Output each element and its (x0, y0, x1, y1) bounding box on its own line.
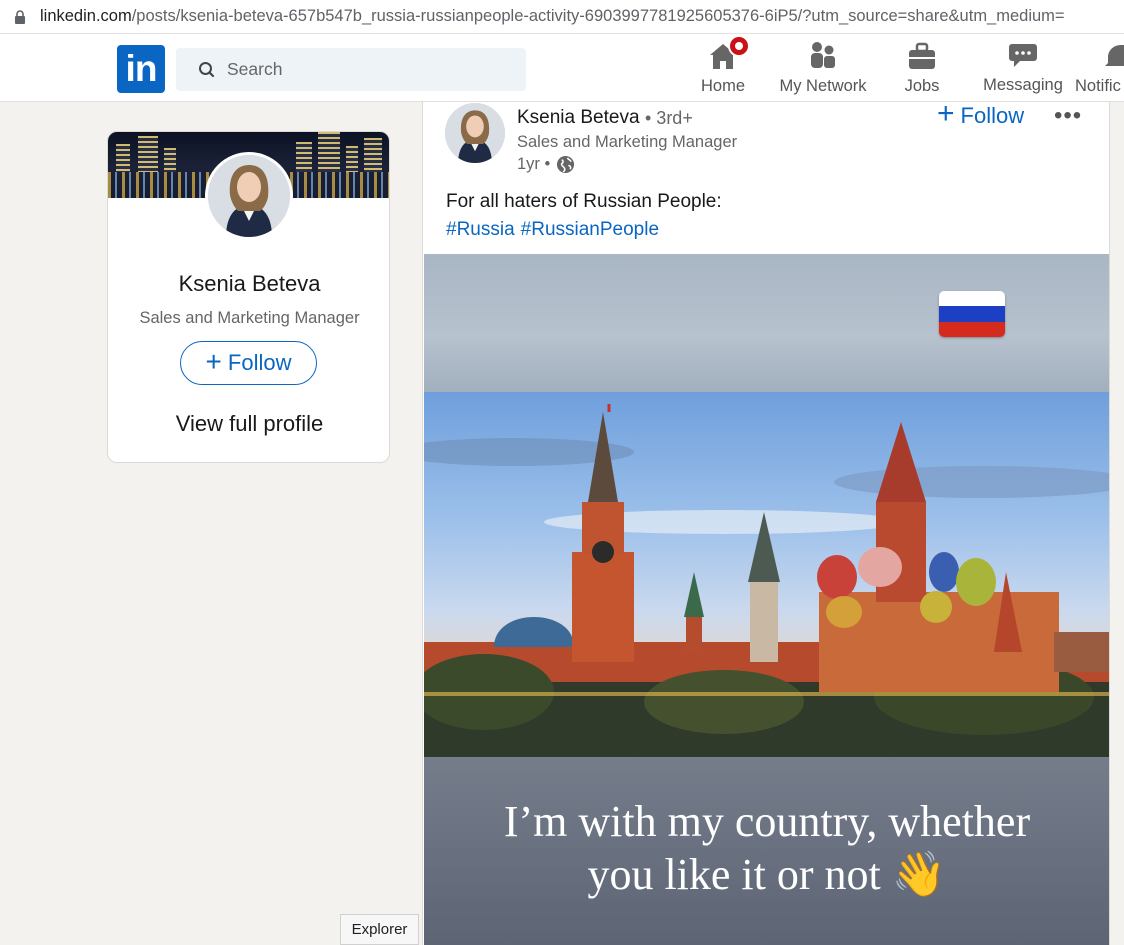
more-options-icon[interactable]: ••• (1054, 102, 1082, 130)
profile-card: Ksenia Beteva Sales and Marketing Manage… (107, 131, 390, 463)
image-top-band (424, 254, 1109, 392)
connection-degree: • 3rd+ (645, 108, 693, 128)
author-avatar[interactable] (445, 103, 505, 163)
follow-label: Follow (960, 102, 1025, 128)
caption-line-2: you like it or not 👋 (587, 850, 947, 899)
globe-icon (557, 155, 575, 174)
profile-follow-button[interactable]: + Follow (180, 341, 317, 385)
chat-icon (1008, 39, 1038, 69)
follow-label: Follow (227, 350, 292, 375)
nav-messaging-label: Messaging (983, 76, 1063, 94)
nav-jobs-label: Jobs (904, 77, 940, 95)
url-host: linkedin.com (40, 7, 132, 25)
view-full-profile-link[interactable]: View full profile (108, 411, 389, 437)
bell-icon (1105, 40, 1124, 70)
linkedin-logo[interactable]: in (117, 45, 165, 93)
profile-name[interactable]: Ksenia Beteva (108, 271, 389, 297)
post-text: For all haters of Russian People: (446, 191, 722, 212)
nav-my-network-label: My Network (779, 77, 867, 95)
search-placeholder: Search (227, 59, 283, 79)
url-path: /posts/ksenia-beteva-657b547b_russia-rus… (131, 7, 1065, 25)
image-caption: I’m with my country, whether you like it… (424, 795, 1109, 901)
author-name[interactable]: Ksenia Beteva (517, 107, 640, 129)
profile-title: Sales and Marketing Manager (139, 309, 360, 327)
nav-messaging[interactable]: Messaging (981, 39, 1065, 99)
caption-line-1: I’m with my country, whether (503, 797, 1031, 846)
russia-flag-icon (939, 291, 1005, 337)
flag-stripe-blue (939, 306, 1005, 322)
author-title: Sales and Marketing Manager (517, 133, 738, 151)
home-icon (708, 35, 750, 70)
post-card: Ksenia Beteva • 3rd+ Sales and Marketing… (422, 102, 1110, 945)
post-time-text: 1yr • (517, 155, 551, 173)
nav-notifications-label: Notific (1075, 77, 1121, 95)
people-icon (808, 40, 838, 70)
post-follow-button[interactable]: + Follow (937, 102, 1024, 129)
address-bar[interactable]: linkedin.com/posts/ksenia-beteva-657b547… (0, 0, 1124, 34)
url-text[interactable]: linkedin.com/posts/ksenia-beteva-657b547… (40, 7, 1065, 26)
plus-icon: + (205, 345, 222, 377)
nav-home-label: Home (700, 77, 745, 95)
nav-my-network[interactable]: My Network (776, 40, 870, 100)
hashtag-link[interactable]: #Russia (446, 219, 515, 240)
nav-notifications[interactable]: Notific (1075, 40, 1124, 100)
explorer-tooltip: Explorer (340, 914, 419, 945)
search-box[interactable]: Search (176, 48, 526, 91)
hashtag-link[interactable]: #RussianPeople (521, 219, 659, 240)
kremlin-photo (424, 392, 1109, 757)
notification-badge (728, 35, 750, 57)
post-time: 1yr • (517, 155, 575, 174)
post-image[interactable]: I’m with my country, whether you like it… (424, 254, 1109, 945)
flag-stripe-white (939, 291, 1005, 307)
profile-avatar[interactable] (205, 152, 293, 240)
briefcase-icon (907, 40, 937, 70)
nav-home[interactable]: Home (700, 35, 750, 100)
nav-jobs[interactable]: Jobs (900, 40, 944, 100)
top-navigation: in Search Home My Network Jobs Messaging… (0, 34, 1124, 102)
post-hashtags: #Russia #RussianPeople (446, 219, 665, 241)
lock-icon (15, 9, 25, 24)
plus-icon: + (937, 102, 955, 130)
search-icon (199, 61, 215, 77)
flag-stripe-red (939, 321, 1005, 337)
